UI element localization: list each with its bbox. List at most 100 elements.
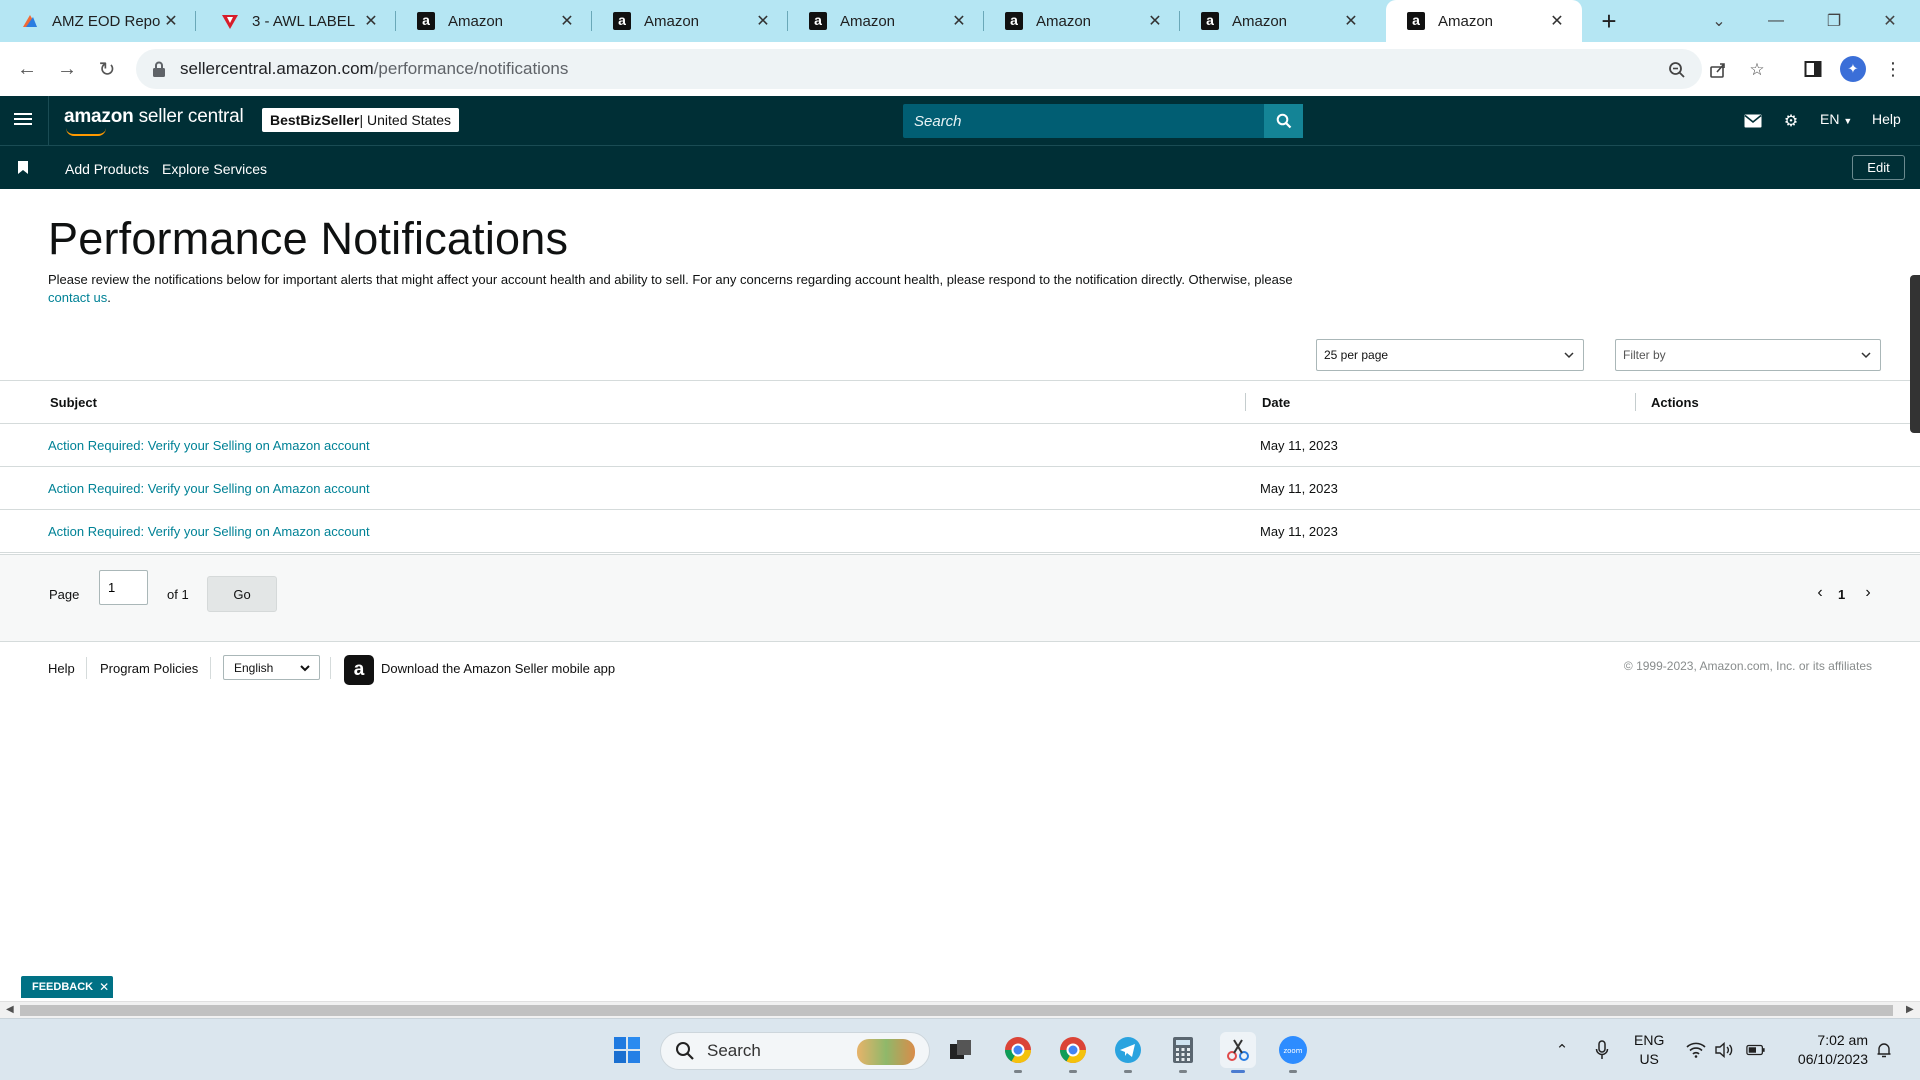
zoom-icon[interactable] <box>1666 59 1688 81</box>
footer-help-link[interactable]: Help <box>48 661 75 676</box>
profile-avatar[interactable]: ✦ <box>1840 56 1866 82</box>
restore-icon[interactable]: ❐ <box>1810 0 1858 42</box>
amazon-icon: a <box>1406 11 1426 31</box>
star-icon[interactable]: ☆ <box>1746 59 1768 81</box>
wifi-icon[interactable] <box>1686 1040 1706 1060</box>
tab-separator <box>195 11 196 31</box>
close-icon[interactable]: ✕ <box>1144 10 1166 32</box>
volume-icon[interactable] <box>1714 1040 1734 1060</box>
close-icon[interactable]: ✕ <box>99 980 109 994</box>
scrollbar-thumb[interactable] <box>20 1005 1893 1016</box>
page-number-input[interactable] <box>99 570 148 605</box>
browser-tab[interactable]: a Amazon ✕ <box>592 0 788 42</box>
search-button[interactable] <box>1264 104 1303 138</box>
back-icon[interactable]: ← <box>10 52 44 86</box>
input-language[interactable]: ENG US <box>1634 1031 1664 1069</box>
chrome-profile-icon[interactable] <box>1055 1032 1091 1073</box>
scroll-right-icon[interactable]: ▶ <box>1906 1004 1914 1015</box>
tab-title: Amazon <box>1232 12 1288 30</box>
browser-tab[interactable]: a Amazon ✕ <box>788 0 984 42</box>
minimize-icon[interactable]: — <box>1752 0 1800 42</box>
help-link[interactable]: Help <box>1872 111 1901 127</box>
address-bar[interactable]: sellercentral.amazon.com/performance/not… <box>136 49 1765 89</box>
mail-icon[interactable] <box>1742 110 1764 132</box>
forward-icon[interactable]: → <box>50 52 84 86</box>
telegram-icon[interactable] <box>1110 1032 1146 1073</box>
chrome-icon[interactable] <box>1000 1032 1036 1073</box>
amazon-icon: a <box>1200 11 1220 31</box>
task-view-icon[interactable] <box>943 1032 979 1068</box>
windows-start-icon[interactable] <box>609 1032 645 1068</box>
close-icon[interactable]: ✕ <box>1546 10 1568 32</box>
chevron-right-icon[interactable]: › <box>1860 584 1876 601</box>
chevron-down-icon <box>1861 352 1871 359</box>
calculator-icon[interactable] <box>1165 1032 1201 1073</box>
url-text: sellercentral.amazon.com/performance/not… <box>180 59 568 79</box>
footer-language-value: English <box>234 660 274 675</box>
close-icon[interactable]: ✕ <box>752 10 774 32</box>
close-icon[interactable]: ✕ <box>160 10 182 32</box>
store-name: BestBizSeller <box>270 112 360 128</box>
asana-icon <box>20 11 40 31</box>
account-switcher[interactable]: BestBizSeller | United States <box>262 108 460 132</box>
side-panel-icon[interactable] <box>1800 56 1826 82</box>
window-close-icon[interactable]: ✕ <box>1866 0 1914 42</box>
feedback-label: FEEDBACK <box>32 981 94 993</box>
contact-us-link[interactable]: contact us <box>48 290 107 305</box>
page-footer: Help Program Policies English a Download… <box>0 643 1920 693</box>
close-icon[interactable]: ✕ <box>1340 10 1362 32</box>
close-icon[interactable]: ✕ <box>556 10 578 32</box>
column-divider <box>1245 393 1246 411</box>
lock-icon <box>153 61 165 77</box>
per-page-value: 25 per page <box>1324 348 1389 362</box>
close-icon[interactable]: ✕ <box>948 10 970 32</box>
taskbar-search[interactable]: Search <box>660 1032 930 1070</box>
notification-subject-link[interactable]: Action Required: Verify your Selling on … <box>48 438 370 453</box>
gear-icon[interactable]: ⚙ <box>1780 110 1802 132</box>
per-page-select[interactable]: 25 per page <box>1316 339 1584 371</box>
notification-subject-link[interactable]: Action Required: Verify your Selling on … <box>48 524 370 539</box>
program-policies-link[interactable]: Program Policies <box>100 661 198 676</box>
share-icon[interactable] <box>1707 59 1729 81</box>
search-input[interactable] <box>903 112 1265 130</box>
language-selector[interactable]: EN ▼ <box>1820 111 1852 127</box>
browser-tab[interactable]: a Amazon ✕ <box>984 0 1180 42</box>
feedback-button[interactable]: FEEDBACK ✕ <box>21 976 113 998</box>
browser-tab[interactable]: a Amazon ✕ <box>1180 0 1376 42</box>
browser-tab[interactable]: AMZ EOD Report ✕ <box>0 0 196 42</box>
browser-tab[interactable]: 3 - AWL LABEL ✕ <box>200 0 396 42</box>
new-tab-button[interactable]: + <box>1594 6 1624 36</box>
amazon-icon: a <box>416 11 436 31</box>
chevron-left-icon[interactable]: ‹ <box>1812 584 1828 601</box>
seller-central-logo[interactable]: amazon seller central <box>64 106 244 136</box>
edit-nav-button[interactable]: Edit <box>1852 155 1905 180</box>
microphone-icon[interactable] <box>1592 1040 1612 1060</box>
zoom-app-icon[interactable]: zoom <box>1275 1032 1311 1073</box>
scroll-left-icon[interactable]: ◀ <box>6 1004 14 1015</box>
page-scroll-indicator[interactable] <box>1910 275 1920 433</box>
footer-language-select[interactable]: English <box>223 655 320 680</box>
browser-tab-active[interactable]: a Amazon ✕ <box>1386 0 1582 42</box>
amazon-seller-app-icon[interactable]: a <box>344 655 374 685</box>
current-page-number[interactable]: 1 <box>1838 587 1845 602</box>
filter-select[interactable]: Filter by <box>1615 339 1881 371</box>
tab-search-icon[interactable]: ⌄ <box>1695 0 1743 42</box>
menu-dots-icon[interactable]: ⋮ <box>1880 56 1906 82</box>
reload-icon[interactable]: ↻ <box>90 52 124 86</box>
close-icon[interactable]: ✕ <box>360 10 382 32</box>
notifications-icon[interactable] <box>1874 1040 1894 1060</box>
browser-tab[interactable]: a Amazon ✕ <box>396 0 592 42</box>
nav-add-products[interactable]: Add Products <box>65 161 149 177</box>
horizontal-scrollbar[interactable]: ◀ ▶ <box>0 1001 1920 1018</box>
bookmark-icon[interactable] <box>18 161 28 174</box>
go-button[interactable]: Go <box>207 576 277 612</box>
download-app-link[interactable]: Download the Amazon Seller mobile app <box>381 661 615 676</box>
snipping-tool-icon[interactable] <box>1220 1032 1256 1073</box>
notification-subject-link[interactable]: Action Required: Verify your Selling on … <box>48 481 370 496</box>
nav-explore-services[interactable]: Explore Services <box>162 161 267 177</box>
system-clock[interactable]: 7:02 am 06/10/2023 <box>1786 1031 1868 1069</box>
hamburger-menu-icon[interactable] <box>14 110 32 130</box>
intro-end: . <box>107 290 111 305</box>
chevron-up-icon[interactable]: ⌃ <box>1552 1040 1572 1060</box>
battery-icon[interactable] <box>1746 1040 1766 1060</box>
